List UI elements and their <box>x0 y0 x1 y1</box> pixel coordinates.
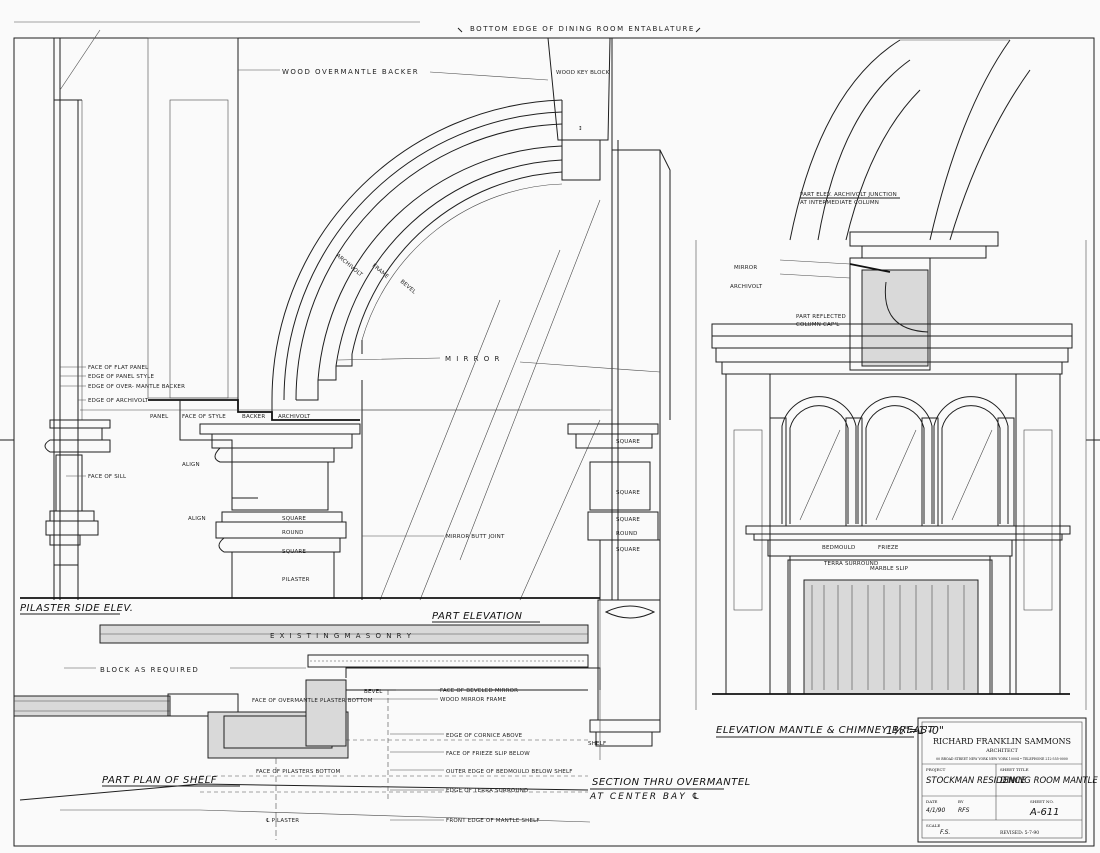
sheet-no-label: SHEET NO. <box>1030 799 1054 804</box>
architectural-drawing: BOTTOM EDGE OF DINING ROOM ENTABLATURE P… <box>0 21 1100 847</box>
architect-name: RICHARD FRANKLIN SAMMONS <box>933 737 1071 746</box>
label-square-1: SQUARE <box>282 516 306 522</box>
label-wood-overmantle-backer: WOOD OVERMANTLE BACKER <box>282 68 419 76</box>
label-front-edge-of-mantle-shelf: FRONT EDGE OF MANTLE SHELF <box>446 818 540 824</box>
label-marble-slip: MARBLE SLIP <box>870 566 909 572</box>
view-title-part-reflected: PART REFLECTED <box>796 314 846 320</box>
label-bevel-plan: BEVEL <box>364 689 383 695</box>
label-edge-of-panel-style: EDGE OF PANEL STYLE <box>88 374 154 380</box>
scale-value: F.S. <box>940 829 950 836</box>
label-align-1: ALIGN <box>182 462 200 468</box>
pilaster-side-elevation <box>20 29 145 600</box>
label-face-of-beveled-mirror: FACE OF BEVELED MIRROR <box>440 688 518 694</box>
date-label: DATE <box>926 799 938 804</box>
by-value: RFS <box>958 807 970 814</box>
label-bedmould: BEDMOULD <box>822 545 855 551</box>
view-title-archivolt-junction: PART ELEV. ARCHIVOLT JUNCTION <box>800 192 897 198</box>
part-elevation: ↕ <box>80 37 671 601</box>
label-archivolt-base: ARCHIVOLT <box>278 414 311 420</box>
label-edge-of-terra-surround: EDGE OF TERRA SURROUND <box>446 788 528 794</box>
label-edge-of-overmantle-backer: EDGE OF OVER- MANTLE BACKER <box>88 384 185 390</box>
label-round-r1: ROUND <box>616 531 638 537</box>
label-square-r3: SQUARE <box>616 517 640 523</box>
label-square-r1: SQUARE <box>616 439 640 445</box>
label-align-2: ALIGN <box>188 516 206 522</box>
view-subtitle-part-reflected: COLUMN CAP'L <box>796 322 840 328</box>
label-face-of-overmantle-plaster: FACE OF OVERMANTLE PLASTER BOTTOM <box>252 698 373 704</box>
label-bevel: BEVEL <box>399 279 418 296</box>
label-face-of-frieze-slip-below: FACE OF FRIEZE SLIP BELOW <box>446 751 530 757</box>
sheet-border <box>0 21 1100 847</box>
sheet-title: DINING ROOM MANTLE <box>1000 776 1098 786</box>
revised-date: REVISED: 5-7-90 <box>1000 830 1039 836</box>
label-existing-masonry: E X I S T I N G M A S O N R Y <box>270 632 413 640</box>
date-value: 4/1/90 <box>926 807 945 814</box>
sheet-no-value: A-611 <box>1029 807 1060 818</box>
label-frieze: FRIEZE <box>878 545 899 551</box>
label-edge-of-archivolt: EDGE OF ARCHIVOLT <box>88 398 149 404</box>
label-outer-edge-of-bedmould: OUTER EDGE OF BEDMOULD BELOW SHELF <box>446 769 573 775</box>
label-mirror-butt-joint: MIRROR BUTT JOINT <box>446 534 505 540</box>
label-round-1: ROUND <box>282 530 304 536</box>
view-title-part-elevation: PART ELEVATION <box>432 611 523 622</box>
label-face-of-flat-panel: FACE OF FLAT PANEL <box>88 365 149 371</box>
label-cl-pilaster: ℄ PILASTER <box>266 817 299 824</box>
label-face-of-sill: FACE OF SILL <box>88 474 127 480</box>
label-mirror: M I R R O R <box>445 355 501 363</box>
project-label: PROJECT <box>926 767 946 772</box>
architect-role: ARCHITECT <box>985 748 1018 754</box>
drawing-sheet: BOTTOM EDGE OF DINING ROOM ENTABLATURE P… <box>0 0 1100 853</box>
label-archivolt-arch: ARCHIVOLT <box>335 253 364 279</box>
label-panel: PANEL <box>150 414 169 420</box>
label-face-of-pilasters-bottom: FACE OF PILASTERS BOTTOM <box>256 769 340 775</box>
label-backer: BACKER <box>242 414 265 420</box>
label-wood-key-block: WOOD KEY BLOCK <box>556 70 610 76</box>
label-shelf: SHELF <box>588 741 606 747</box>
view-title-section: SECTION THRU OVERMANTEL <box>592 777 751 788</box>
label-wood-mirror-frame: WOOD MIRROR FRAME <box>440 697 506 703</box>
svg-text:↕: ↕ <box>578 125 583 132</box>
view-subtitle-section: AT CENTER BAY ℄ <box>589 792 702 802</box>
view-subtitle-archivolt-junction: AT INTERMEDIATE COLUMN <box>800 200 879 206</box>
architect-address: 00 BROAD STREET NEW YORK NEW YORK 10004 … <box>936 757 1068 761</box>
label-archivolt-junction: ARCHIVOLT <box>730 284 763 290</box>
view-scale-elevation-mantle: 1½"=1'-0" <box>886 724 944 737</box>
label-face-of-style: FACE OF STYLE <box>182 414 226 420</box>
view-title-pilaster-side: PILASTER SIDE ELEV. <box>20 603 133 614</box>
view-title-part-plan: PART PLAN OF SHELF <box>102 775 217 786</box>
label-block-as-required: BLOCK AS REQUIRED <box>100 666 199 674</box>
by-label: BY <box>958 799 964 804</box>
label-square-r2: SQUARE <box>616 490 640 496</box>
sheet-title-label: SHEET TITLE <box>1000 767 1029 772</box>
label-square-2: SQUARE <box>282 549 306 555</box>
label-pilaster-cl: PILASTER <box>282 577 310 583</box>
scale-label: SCALE <box>926 823 940 828</box>
label-square-r4: SQUARE <box>616 547 640 553</box>
top-note: BOTTOM EDGE OF DINING ROOM ENTABLATURE <box>470 25 695 33</box>
label-edge-of-cornice-above: EDGE OF CORNICE ABOVE <box>446 733 523 739</box>
label-mirror-junction: MIRROR <box>734 265 757 271</box>
